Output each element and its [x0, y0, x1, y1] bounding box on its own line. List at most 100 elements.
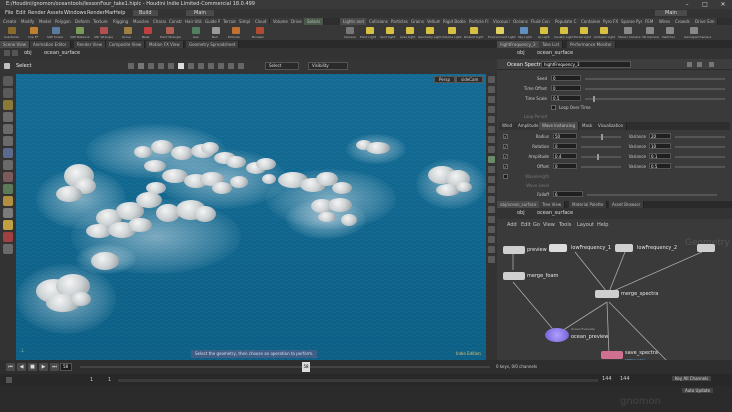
- tab-wave-instancing[interactable]: Wave Instancing: [539, 122, 579, 130]
- tab-parameters[interactable]: hightFrequency_3: [497, 41, 540, 48]
- time-scale-field[interactable]: 0.5: [551, 95, 581, 101]
- environment-light-icon[interactable]: [496, 27, 504, 34]
- snap-tool-icon[interactable]: [3, 244, 13, 254]
- path-context[interactable]: obj: [24, 50, 32, 56]
- tab-performance-monitor[interactable]: Performance Monitor: [567, 41, 616, 48]
- tab-mask[interactable]: Mask: [579, 122, 597, 130]
- current-frame-field[interactable]: 58: [60, 363, 72, 371]
- rotation-field[interactable]: 0: [553, 143, 577, 149]
- secure-selection-icon[interactable]: [178, 63, 184, 69]
- stop-icon[interactable]: ■: [28, 363, 37, 371]
- extrude-icon[interactable]: [232, 27, 240, 34]
- main-desktop-dropdown[interactable]: Main: [655, 10, 687, 16]
- shelf-tab[interactable]: Particle Fl: [466, 18, 493, 25]
- light-tool-icon[interactable]: [3, 220, 13, 230]
- display-dropdown[interactable]: sideCam: [456, 76, 484, 83]
- rotate-tool-icon[interactable]: [3, 124, 13, 134]
- vr-camera-icon[interactable]: [646, 27, 654, 34]
- select-arrow-icon[interactable]: [4, 63, 10, 69]
- tab-geometry-spreadsheet[interactable]: Geometry Spreadsheet: [186, 41, 240, 48]
- variance-slider[interactable]: [675, 156, 725, 158]
- amplitude-variance-field[interactable]: 0.1: [649, 153, 671, 159]
- display-option-icon[interactable]: [488, 166, 495, 173]
- geometry-light-icon[interactable]: [426, 27, 434, 34]
- display-option-icon[interactable]: [488, 136, 495, 143]
- point-select-icon[interactable]: [138, 63, 144, 69]
- playhead[interactable]: 58: [302, 362, 310, 372]
- display-option-icon[interactable]: [488, 106, 495, 113]
- tab-motion-fx-view[interactable]: Motion FX View: [146, 41, 184, 48]
- path-context[interactable]: obj: [517, 210, 525, 216]
- menu-renderman[interactable]: RenderMan: [87, 10, 115, 16]
- realtime-icon[interactable]: [6, 377, 12, 383]
- select-dropdown[interactable]: Select: [265, 62, 299, 70]
- gear-icon[interactable]: [687, 62, 692, 67]
- amplitude-field[interactable]: 0.4: [553, 153, 577, 159]
- display-option-icon[interactable]: [488, 196, 495, 203]
- point-light-icon[interactable]: [366, 27, 374, 34]
- build-desktop-button[interactable]: Build: [133, 10, 158, 16]
- move-tool-icon[interactable]: [3, 88, 13, 98]
- path-node[interactable]: ocean_surface: [44, 50, 80, 56]
- 3d-viewport[interactable]: Persp sideCam ⊥: [16, 74, 486, 360]
- menu-add[interactable]: Add: [507, 222, 517, 228]
- desktop-selector[interactable]: Main: [186, 10, 214, 16]
- tab-asset-browser[interactable]: Asset Browser: [609, 201, 645, 208]
- menu-edit[interactable]: Edit: [521, 222, 531, 228]
- tab-visualization[interactable]: Visualization: [595, 122, 628, 130]
- null-icon[interactable]: [212, 27, 220, 34]
- display-option-icon[interactable]: [488, 236, 495, 243]
- shelf-tab[interactable]: Crowds: [672, 18, 694, 25]
- node-ocean-preview[interactable]: [545, 328, 569, 342]
- node-lowfrequency-1[interactable]: [549, 244, 567, 252]
- tab-take-list[interactable]: Take List: [539, 41, 564, 48]
- range-slider[interactable]: [118, 379, 598, 382]
- variance-slider[interactable]: [675, 136, 725, 138]
- node-preview[interactable]: [503, 246, 525, 254]
- node-lowfrequency-2[interactable]: [615, 244, 633, 252]
- maximize-button[interactable]: □: [696, 0, 714, 9]
- display-option-icon[interactable]: [488, 96, 495, 103]
- display-option-icon[interactable]: [488, 76, 495, 83]
- help-icon[interactable]: [697, 62, 702, 67]
- scale-tool-icon[interactable]: [3, 136, 13, 146]
- step-back-icon[interactable]: ◀: [17, 363, 26, 371]
- display-option-icon[interactable]: [488, 256, 495, 263]
- select-tool-icon[interactable]: [3, 76, 13, 86]
- slider-knob[interactable]: [597, 154, 599, 160]
- paint-tool-icon[interactable]: [3, 184, 13, 194]
- point-wrangle-icon[interactable]: [166, 27, 174, 34]
- ruler-tool-icon[interactable]: [3, 208, 13, 218]
- lasso-icon[interactable]: [198, 63, 204, 69]
- offset-variance-field[interactable]: 0.5: [649, 163, 671, 169]
- view-tool-icon[interactable]: [3, 160, 13, 170]
- network-canvas[interactable]: Geometry preview lowFrequency_1 lowFrequ…: [497, 230, 732, 374]
- sculpt-tool-icon[interactable]: [3, 196, 13, 206]
- tab-tree-view[interactable]: Tree View: [539, 201, 566, 208]
- play-icon[interactable]: ▶: [39, 363, 48, 371]
- shelf-tab-lights[interactable]: Lights and: [340, 18, 368, 25]
- minimize-button[interactable]: –: [678, 0, 696, 9]
- back-arrow-icon[interactable]: [4, 50, 10, 56]
- variance-slider[interactable]: [675, 146, 725, 148]
- blast-icon[interactable]: [144, 27, 152, 34]
- portal-light-icon[interactable]: [580, 27, 588, 34]
- visibility-dropdown[interactable]: Visibility: [308, 62, 348, 70]
- menu-layout[interactable]: Layout: [577, 222, 594, 228]
- menu-view[interactable]: View: [543, 222, 555, 228]
- volume-light-icon[interactable]: [448, 27, 456, 34]
- shelf-tab[interactable]: Rigging: [110, 18, 133, 25]
- loop-over-time-checkbox[interactable]: [551, 105, 556, 110]
- close-button[interactable]: ✕: [714, 0, 732, 9]
- shelf-tab[interactable]: Drive Sim: [692, 18, 719, 25]
- path-context[interactable]: obj: [517, 50, 525, 56]
- radius-field[interactable]: 50: [553, 133, 577, 139]
- key-all-channels-button[interactable]: Key All Channels: [672, 376, 712, 381]
- display-option-icon[interactable]: [488, 146, 495, 153]
- menu-windows[interactable]: Windows: [64, 10, 86, 16]
- switcher-icon[interactable]: [666, 27, 674, 34]
- shelf-tab[interactable]: FEM: [642, 18, 658, 25]
- time-offset-slider[interactable]: [585, 88, 725, 90]
- forward-arrow-icon[interactable]: [12, 50, 18, 56]
- node-save-spectra[interactable]: [601, 351, 623, 359]
